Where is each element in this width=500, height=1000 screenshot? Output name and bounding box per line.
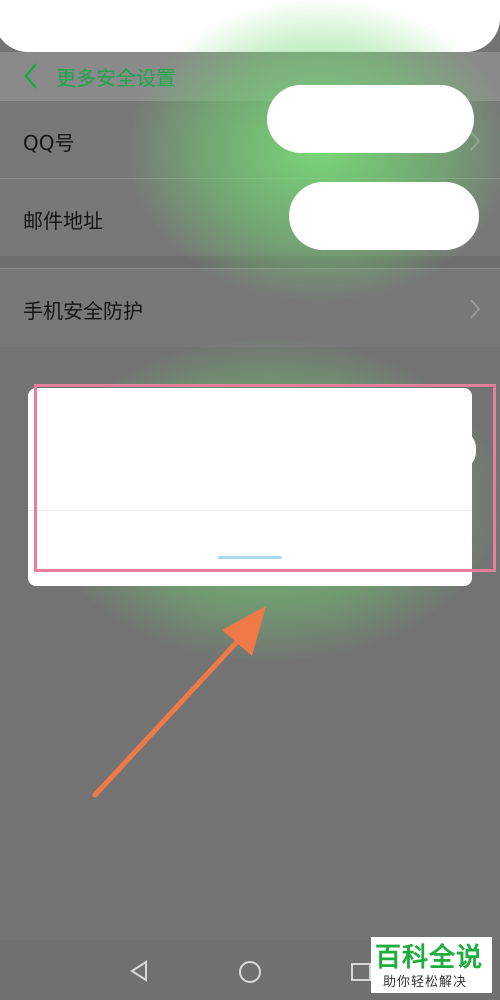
settings-item-label: 手机安全防护 — [23, 299, 143, 323]
chevron-right-icon — [470, 299, 481, 319]
settings-item-label: QQ号 — [23, 131, 75, 155]
settings-item-label: 邮件地址 — [23, 209, 103, 233]
nav-home-icon[interactable] — [238, 960, 262, 984]
redaction-blob — [267, 85, 474, 153]
watermark-logo: 百科全说 助你轻松解决 — [371, 937, 492, 993]
back-arrow-icon[interactable] — [20, 60, 44, 92]
nav-back-icon[interactable] — [128, 960, 150, 982]
nav-recents-icon[interactable] — [350, 962, 372, 982]
redaction-blob — [289, 182, 479, 250]
highlight-box — [34, 384, 496, 572]
watermark-subtitle: 助你轻松解决 — [383, 975, 468, 990]
watermark-title: 百科全说 — [375, 943, 484, 973]
